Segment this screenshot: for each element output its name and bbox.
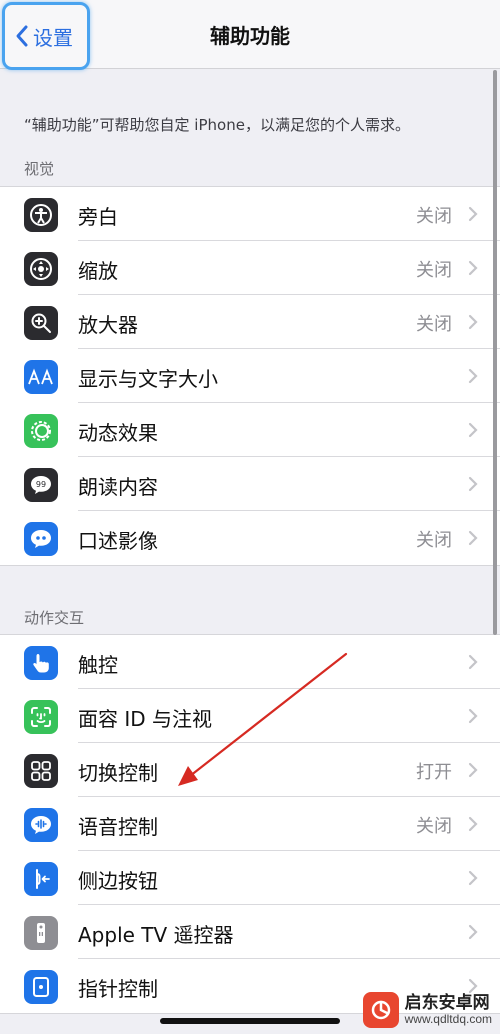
watermark-logo-icon: [362, 992, 399, 1028]
watermark-name: 启东安卓网: [404, 993, 490, 1012]
annotation-arrow: [178, 652, 348, 786]
site-watermark: 启东安卓网 www.qdltdq.com: [362, 992, 492, 1028]
home-indicator[interactable]: [160, 1018, 340, 1024]
watermark-url: www.qdltdq.com: [404, 1012, 492, 1026]
scrollbar[interactable]: [493, 70, 497, 635]
